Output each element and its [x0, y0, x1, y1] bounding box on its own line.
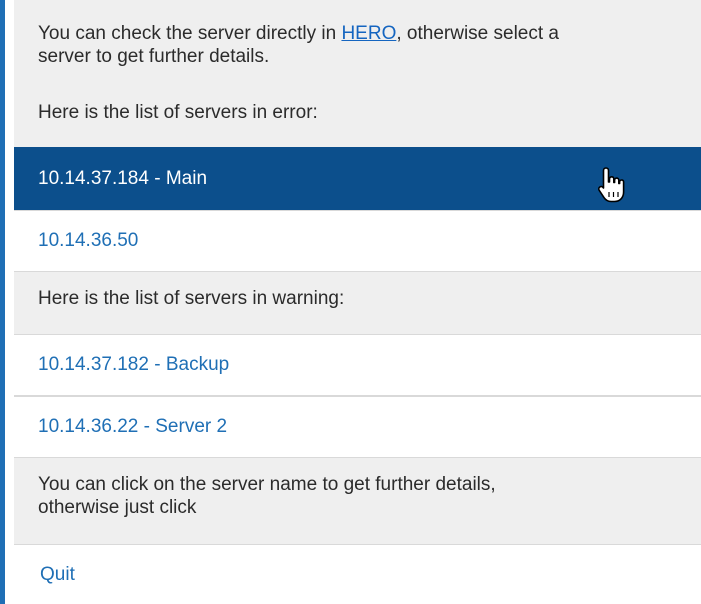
footer-line-2: otherwise just click [38, 497, 197, 518]
server-option-label: 10.14.36.50 [38, 230, 139, 251]
intro-line-2: server to get further details. [38, 46, 270, 67]
server-option-label: 10.14.37.182 - Backup [38, 354, 230, 375]
server-panel: You can check the server directly in HER… [14, 0, 701, 604]
accent-rule [0, 0, 5, 604]
server-option-label: 10.14.36.22 - Server 2 [38, 416, 228, 437]
server-option-error-2[interactable]: 10.14.36.50 [14, 210, 701, 272]
footer-message: You can click on the server name to get … [14, 473, 701, 519]
error-heading: Here is the list of servers in error: [14, 101, 701, 124]
server-option-warning-2[interactable]: 10.14.36.22 - Server 2 [14, 396, 701, 458]
quit-option[interactable]: Quit [14, 544, 701, 604]
server-option-label: 10.14.37.184 - Main [38, 167, 208, 189]
warning-heading: Here is the list of servers in warning: [14, 287, 701, 310]
intro-line-1: You can check the server directly in HER… [38, 23, 559, 44]
hero-link[interactable]: HERO [341, 23, 396, 44]
server-option-warning-1[interactable]: 10.14.37.182 - Backup [14, 334, 701, 396]
footer-line-1: You can click on the server name to get … [38, 474, 496, 495]
intro-message: You can check the server directly in HER… [14, 22, 701, 68]
quit-label: Quit [40, 564, 75, 585]
hand-pointer-icon [597, 167, 625, 203]
chat-frame: You can check the server directly in HER… [0, 0, 701, 604]
